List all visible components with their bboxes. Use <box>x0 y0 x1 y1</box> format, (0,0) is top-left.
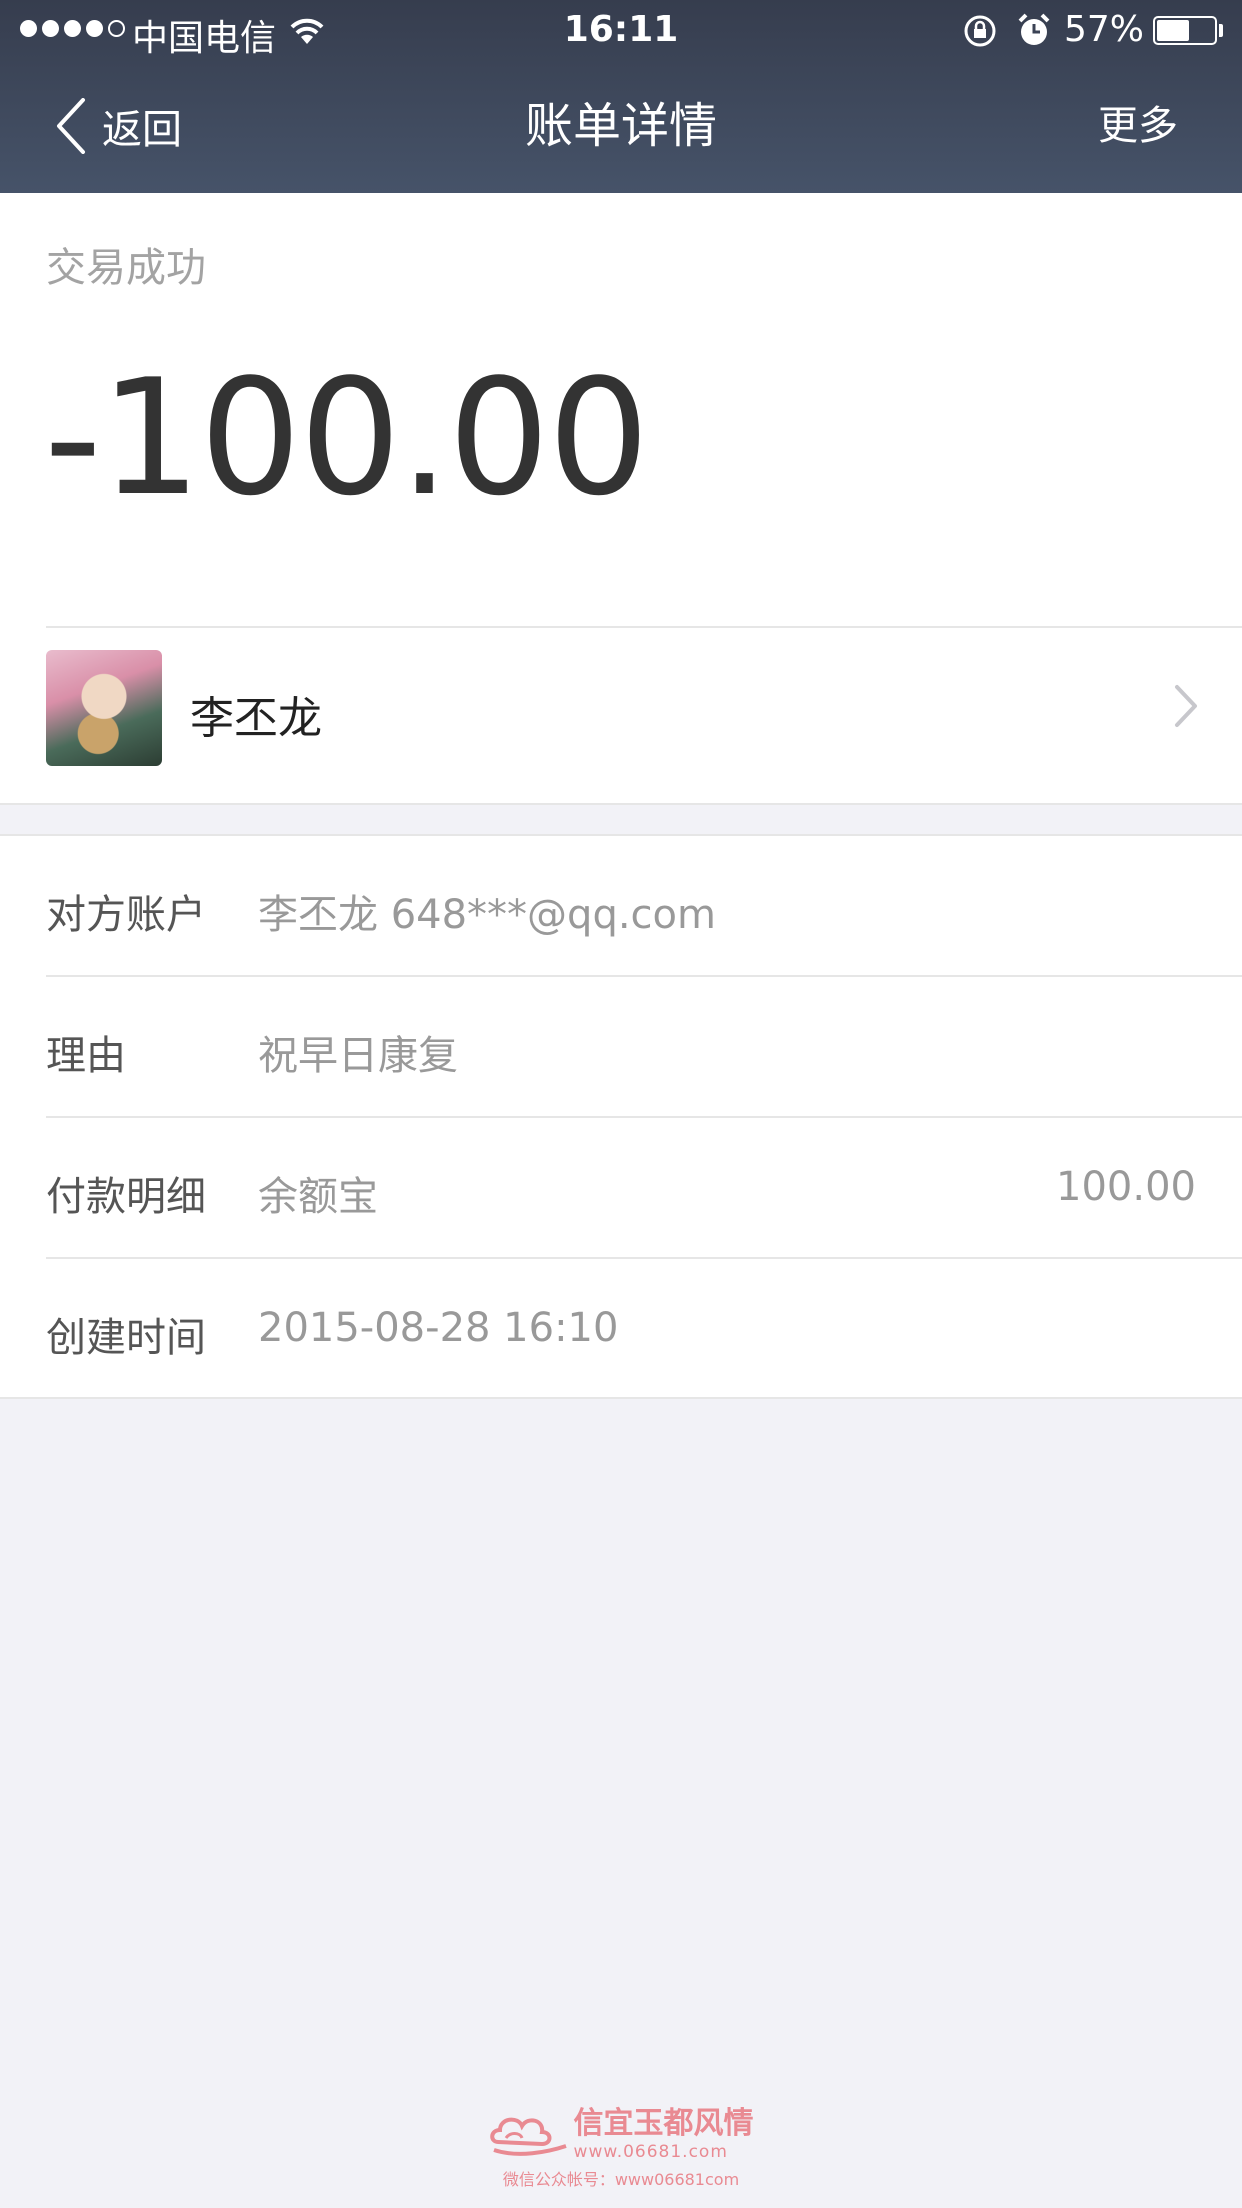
detail-row-payment-detail: 付款明细 余额宝 100.00 <box>0 1118 1242 1259</box>
detail-label: 理由 <box>46 1033 126 1079</box>
detail-value: 2015-08-28 16:10 <box>258 1305 619 1351</box>
payee-row[interactable]: 李丕龙 <box>0 628 1242 805</box>
watermark-subtitle: 微信公众帐号：www06681com <box>502 2170 740 2189</box>
detail-value: 李丕龙 648***@qq.com <box>258 892 716 938</box>
navigation-header: 中国电信 16:11 57% 返回 账单详情 更多 <box>0 0 1242 193</box>
battery-icon <box>1153 16 1217 45</box>
detail-label: 对方账户 <box>46 892 206 938</box>
detail-amount: 100.00 <box>1056 1164 1196 1210</box>
detail-row-created-time: 创建时间 2015-08-28 16:10 <box>0 1259 1242 1400</box>
alarm-icon <box>1017 12 1051 57</box>
battery-level <box>1157 20 1189 41</box>
detail-row-reason: 理由 祝早日康复 <box>0 977 1242 1118</box>
watermark-title: 信宜玉都风情 <box>573 2106 754 2141</box>
battery-tip <box>1219 24 1223 37</box>
more-button[interactable]: 更多 <box>1098 96 1178 156</box>
watermark-title-block: 信宜玉都风情 www.06681.com <box>574 2098 754 2162</box>
watermark-url: www.06681.com <box>573 2142 728 2162</box>
transaction-status: 交易成功 <box>46 245 206 291</box>
payee-name: 李丕龙 <box>190 693 322 744</box>
chevron-right-icon <box>1175 685 1197 727</box>
transaction-amount: -100.00 <box>44 344 650 531</box>
detail-value: 祝早日康复 <box>258 1033 458 1079</box>
transaction-details: 对方账户 李丕龙 648***@qq.com 理由 祝早日康复 付款明细 余额宝… <box>0 834 1242 1399</box>
avatar <box>46 650 162 766</box>
status-time: 16:11 <box>563 9 679 50</box>
cloud-logo-icon <box>490 2117 568 2156</box>
page-title: 账单详情 <box>524 98 717 154</box>
detail-row-account: 对方账户 李丕龙 648***@qq.com <box>0 836 1242 977</box>
detail-value: 余额宝 <box>258 1174 378 1220</box>
rotation-lock-icon <box>963 14 997 57</box>
detail-label: 创建时间 <box>46 1315 206 1361</box>
battery-percentage: 57% <box>1064 9 1145 50</box>
detail-label: 付款明细 <box>46 1174 206 1220</box>
status-bar: 中国电信 16:11 57% <box>0 0 1242 62</box>
transaction-summary: 交易成功 -100.00 李丕龙 <box>0 193 1242 805</box>
watermark: 信宜玉都风情 www.06681.com 微信公众帐号：www06681com <box>0 2098 1242 2190</box>
divider <box>0 803 1242 805</box>
